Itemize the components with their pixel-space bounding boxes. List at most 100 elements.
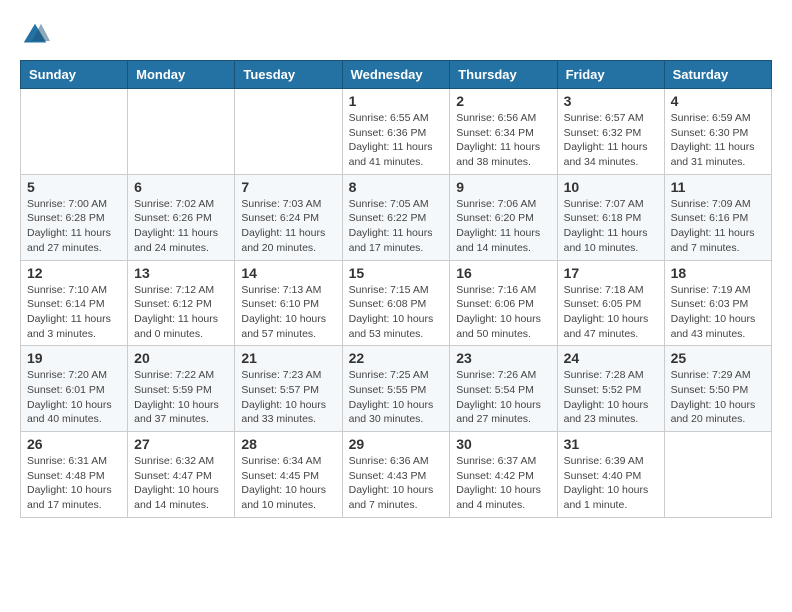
- calendar-cell: 19 Sunrise: 7:20 AM Sunset: 6:01 PM Dayli…: [21, 346, 128, 432]
- day-number: 5: [27, 179, 121, 195]
- calendar-cell: 31 Sunrise: 6:39 AM Sunset: 4:40 PM Dayli…: [557, 432, 664, 518]
- calendar-week-row: 26Sunrise: 6:31 AM Sunset: 4:48 PM Dayli…: [21, 432, 772, 518]
- calendar-cell: [21, 89, 128, 175]
- calendar-cell: 15 Sunrise: 7:15 AM Sunset: 6:08 PM Dayli…: [342, 260, 450, 346]
- day-info: Sunrise: 7:29 AM Sunset: 5:50 PM Dayligh…: [671, 368, 765, 427]
- day-number: 8: [349, 179, 444, 195]
- calendar-cell: 8Sunrise: 7:05 AM Sunset: 6:22 PM Daylig…: [342, 174, 450, 260]
- day-info: Sunrise: 7:20 AM Sunset: 6:01 PM Dayligh…: [27, 368, 121, 427]
- day-number: 3: [564, 93, 658, 109]
- calendar-cell: 17 Sunrise: 7:18 AM Sunset: 6:05 PM Dayli…: [557, 260, 664, 346]
- calendar-cell: [664, 432, 771, 518]
- day-info: Sunrise: 7:09 AM Sunset: 6:16 PM Dayligh…: [671, 197, 765, 256]
- calendar-cell: 7 Sunrise: 7:03 AM Sunset: 6:24 PM Daylig…: [235, 174, 342, 260]
- calendar-cell: 2Sunrise: 6:56 AM Sunset: 6:34 PM Daylig…: [450, 89, 557, 175]
- calendar-cell: 3 Sunrise: 6:57 AM Sunset: 6:32 PM Daylig…: [557, 89, 664, 175]
- day-number: 24: [564, 350, 658, 366]
- calendar-cell: 21Sunrise: 7:23 AM Sunset: 5:57 PM Dayli…: [235, 346, 342, 432]
- calendar-table: SundayMondayTuesdayWednesdayThursdayFrid…: [20, 60, 772, 518]
- logo-icon: [20, 20, 50, 50]
- day-info: Sunrise: 7:00 AM Sunset: 6:28 PM Dayligh…: [27, 197, 121, 256]
- calendar-cell: 20 Sunrise: 7:22 AM Sunset: 5:59 PM Dayli…: [128, 346, 235, 432]
- calendar-cell: 28Sunrise: 6:34 AM Sunset: 4:45 PM Dayli…: [235, 432, 342, 518]
- day-number: 4: [671, 93, 765, 109]
- logo: [20, 20, 54, 50]
- day-info: Sunrise: 7:10 AM Sunset: 6:14 PM Dayligh…: [27, 283, 121, 342]
- calendar-cell: 23 Sunrise: 7:26 AM Sunset: 5:54 PM Dayli…: [450, 346, 557, 432]
- calendar-cell: [235, 89, 342, 175]
- day-number: 6: [134, 179, 228, 195]
- weekday-header-wednesday: Wednesday: [342, 61, 450, 89]
- weekday-header-row: SundayMondayTuesdayWednesdayThursdayFrid…: [21, 61, 772, 89]
- day-number: 12: [27, 265, 121, 281]
- day-number: 14: [241, 265, 335, 281]
- calendar-week-row: 12 Sunrise: 7:10 AM Sunset: 6:14 PM Dayli…: [21, 260, 772, 346]
- day-info: Sunrise: 6:55 AM Sunset: 6:36 PM Dayligh…: [349, 111, 444, 170]
- day-info: Sunrise: 7:28 AM Sunset: 5:52 PM Dayligh…: [564, 368, 658, 427]
- day-info: Sunrise: 7:13 AM Sunset: 6:10 PM Dayligh…: [241, 283, 335, 342]
- day-info: Sunrise: 7:16 AM Sunset: 6:06 PM Dayligh…: [456, 283, 550, 342]
- day-info: Sunrise: 6:39 AM Sunset: 4:40 PM Dayligh…: [564, 454, 658, 513]
- calendar-cell: 14 Sunrise: 7:13 AM Sunset: 6:10 PM Dayli…: [235, 260, 342, 346]
- day-info: Sunrise: 7:03 AM Sunset: 6:24 PM Dayligh…: [241, 197, 335, 256]
- day-number: 30: [456, 436, 550, 452]
- day-info: Sunrise: 7:12 AM Sunset: 6:12 PM Dayligh…: [134, 283, 228, 342]
- calendar-cell: [128, 89, 235, 175]
- day-number: 25: [671, 350, 765, 366]
- day-info: Sunrise: 6:31 AM Sunset: 4:48 PM Dayligh…: [27, 454, 121, 513]
- day-number: 29: [349, 436, 444, 452]
- day-number: 10: [564, 179, 658, 195]
- calendar-cell: 12 Sunrise: 7:10 AM Sunset: 6:14 PM Dayli…: [21, 260, 128, 346]
- day-number: 11: [671, 179, 765, 195]
- weekday-header-monday: Monday: [128, 61, 235, 89]
- calendar-cell: 24 Sunrise: 7:28 AM Sunset: 5:52 PM Dayli…: [557, 346, 664, 432]
- calendar-cell: 16Sunrise: 7:16 AM Sunset: 6:06 PM Dayli…: [450, 260, 557, 346]
- day-number: 19: [27, 350, 121, 366]
- day-info: Sunrise: 6:36 AM Sunset: 4:43 PM Dayligh…: [349, 454, 444, 513]
- calendar-cell: 4 Sunrise: 6:59 AM Sunset: 6:30 PM Daylig…: [664, 89, 771, 175]
- day-info: Sunrise: 7:15 AM Sunset: 6:08 PM Dayligh…: [349, 283, 444, 342]
- day-info: Sunrise: 6:59 AM Sunset: 6:30 PM Dayligh…: [671, 111, 765, 170]
- calendar-week-row: 5 Sunrise: 7:00 AM Sunset: 6:28 PM Daylig…: [21, 174, 772, 260]
- day-info: Sunrise: 7:25 AM Sunset: 5:55 PM Dayligh…: [349, 368, 444, 427]
- day-info: Sunrise: 7:19 AM Sunset: 6:03 PM Dayligh…: [671, 283, 765, 342]
- day-number: 1: [349, 93, 444, 109]
- day-info: Sunrise: 7:18 AM Sunset: 6:05 PM Dayligh…: [564, 283, 658, 342]
- calendar-cell: 25 Sunrise: 7:29 AM Sunset: 5:50 PM Dayli…: [664, 346, 771, 432]
- day-number: 18: [671, 265, 765, 281]
- calendar-cell: 11 Sunrise: 7:09 AM Sunset: 6:16 PM Dayli…: [664, 174, 771, 260]
- day-number: 15: [349, 265, 444, 281]
- calendar-cell: 30 Sunrise: 6:37 AM Sunset: 4:42 PM Dayli…: [450, 432, 557, 518]
- day-info: Sunrise: 6:37 AM Sunset: 4:42 PM Dayligh…: [456, 454, 550, 513]
- day-number: 23: [456, 350, 550, 366]
- calendar-cell: 22 Sunrise: 7:25 AM Sunset: 5:55 PM Dayli…: [342, 346, 450, 432]
- day-number: 31: [564, 436, 658, 452]
- weekday-header-thursday: Thursday: [450, 61, 557, 89]
- day-number: 22: [349, 350, 444, 366]
- day-info: Sunrise: 7:02 AM Sunset: 6:26 PM Dayligh…: [134, 197, 228, 256]
- day-info: Sunrise: 7:06 AM Sunset: 6:20 PM Dayligh…: [456, 197, 550, 256]
- calendar-cell: 1 Sunrise: 6:55 AM Sunset: 6:36 PM Daylig…: [342, 89, 450, 175]
- day-info: Sunrise: 6:57 AM Sunset: 6:32 PM Dayligh…: [564, 111, 658, 170]
- day-number: 17: [564, 265, 658, 281]
- calendar-cell: 10 Sunrise: 7:07 AM Sunset: 6:18 PM Dayli…: [557, 174, 664, 260]
- day-number: 13: [134, 265, 228, 281]
- weekday-header-tuesday: Tuesday: [235, 61, 342, 89]
- weekday-header-saturday: Saturday: [664, 61, 771, 89]
- day-info: Sunrise: 6:34 AM Sunset: 4:45 PM Dayligh…: [241, 454, 335, 513]
- day-info: Sunrise: 7:07 AM Sunset: 6:18 PM Dayligh…: [564, 197, 658, 256]
- calendar-week-row: 19 Sunrise: 7:20 AM Sunset: 6:01 PM Dayli…: [21, 346, 772, 432]
- weekday-header-friday: Friday: [557, 61, 664, 89]
- day-number: 27: [134, 436, 228, 452]
- calendar-cell: 6 Sunrise: 7:02 AM Sunset: 6:26 PM Daylig…: [128, 174, 235, 260]
- day-info: Sunrise: 7:26 AM Sunset: 5:54 PM Dayligh…: [456, 368, 550, 427]
- day-info: Sunrise: 6:32 AM Sunset: 4:47 PM Dayligh…: [134, 454, 228, 513]
- day-number: 7: [241, 179, 335, 195]
- calendar-cell: 13 Sunrise: 7:12 AM Sunset: 6:12 PM Dayli…: [128, 260, 235, 346]
- calendar-cell: 26Sunrise: 6:31 AM Sunset: 4:48 PM Dayli…: [21, 432, 128, 518]
- calendar-cell: 29 Sunrise: 6:36 AM Sunset: 4:43 PM Dayli…: [342, 432, 450, 518]
- page-header: [20, 20, 772, 50]
- day-info: Sunrise: 7:22 AM Sunset: 5:59 PM Dayligh…: [134, 368, 228, 427]
- day-number: 20: [134, 350, 228, 366]
- calendar-week-row: 1 Sunrise: 6:55 AM Sunset: 6:36 PM Daylig…: [21, 89, 772, 175]
